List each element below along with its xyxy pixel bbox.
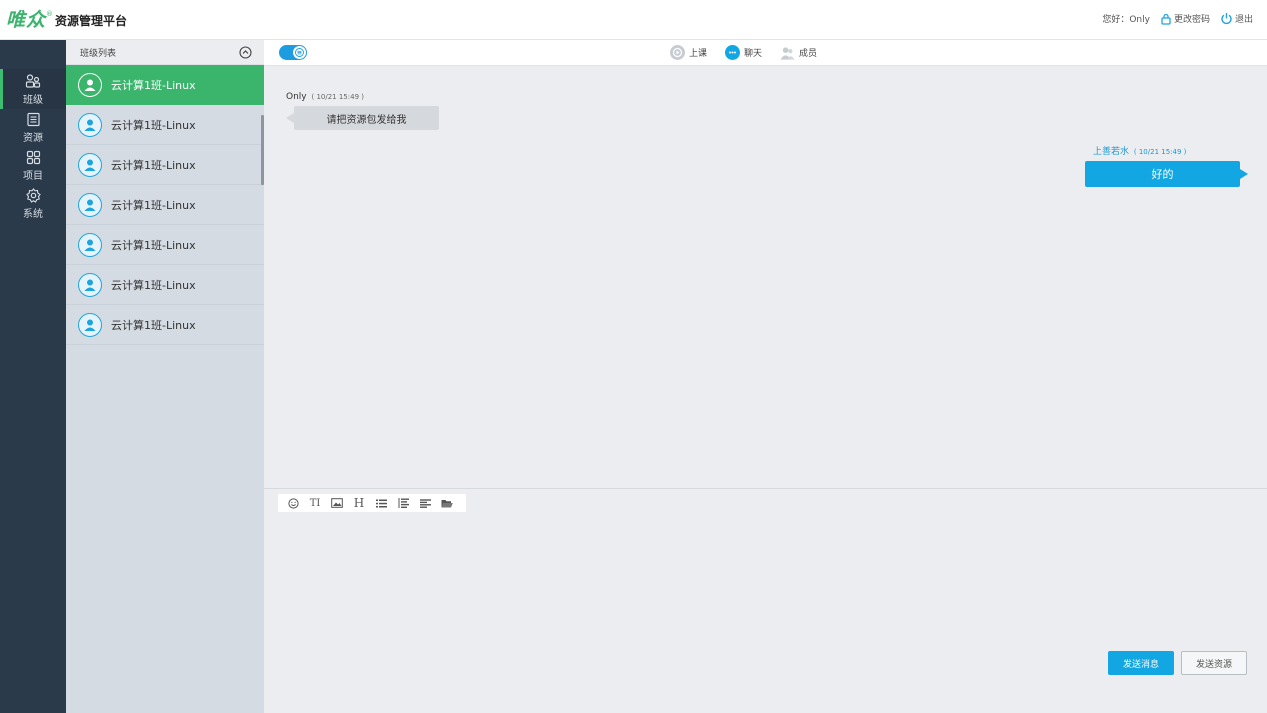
- message-sender-line: 上善若水 ( 10/21 15:49 ): [1085, 144, 1248, 157]
- class-item[interactable]: 云计算1班-Linux: [66, 265, 264, 305]
- folder-icon[interactable]: [436, 494, 458, 512]
- grid-icon: [26, 150, 40, 165]
- logout-label: 退出: [1234, 15, 1253, 25]
- panel-toggle[interactable]: [279, 45, 307, 60]
- user-area: 您好：Only 更改密码 退出: [1092, 12, 1253, 25]
- editor-toolbar: TI H: [278, 494, 466, 512]
- main-area: 上课 聊天 成员 Only ( 10/21 15:49 ) 请把资源包发给我 上…: [264, 40, 1267, 713]
- numbered-list-icon[interactable]: [392, 494, 414, 512]
- message-outgoing: 上善若水 ( 10/21 15:49 ) 好的: [1085, 144, 1248, 187]
- class-avatar-icon: [78, 312, 102, 337]
- message-time: ( 10/21 15:49 ): [1133, 148, 1187, 156]
- tab-chat-label: 聊天: [744, 49, 763, 59]
- class-name: 云计算1班-Linux: [111, 118, 196, 132]
- class-name: 云计算1班-Linux: [111, 238, 196, 252]
- logo-mark: 唯众: [6, 9, 47, 31]
- class-avatar-icon: [78, 272, 102, 297]
- bullet-list-icon[interactable]: [370, 494, 392, 512]
- sidebar-item-resources[interactable]: 资源: [0, 109, 66, 147]
- mode-tabs: 上课 聊天 成员: [670, 45, 835, 60]
- class-avatar-icon: [78, 112, 102, 137]
- message-sender: Only: [286, 92, 307, 102]
- class-item[interactable]: 云计算1班-Linux: [66, 305, 264, 345]
- logout-link[interactable]: 退出: [1220, 12, 1253, 25]
- sidebar-item-label: 项目: [23, 171, 43, 182]
- collapse-icon[interactable]: [239, 45, 252, 59]
- logo-registered-mark: ®: [46, 10, 54, 18]
- class-avatar-icon: [78, 152, 102, 177]
- class-item[interactable]: 云计算1班-Linux: [66, 185, 264, 225]
- lock-icon: [1161, 13, 1171, 25]
- sidebar-item-classes[interactable]: 班级: [0, 69, 66, 109]
- class-item[interactable]: 云计算1班-Linux: [66, 225, 264, 265]
- image-icon[interactable]: [326, 494, 348, 512]
- class-name: 云计算1班-Linux: [111, 158, 196, 172]
- align-icon[interactable]: [414, 494, 436, 512]
- message-time: ( 10/21 15:49 ): [311, 93, 364, 101]
- class-item[interactable]: 云计算1班-Linux: [66, 145, 264, 185]
- users-icon: [25, 73, 41, 88]
- tab-lesson-label: 上课: [689, 49, 708, 59]
- class-name: 云计算1班-Linux: [111, 78, 196, 92]
- sidebar-item-label: 班级: [23, 94, 43, 106]
- sidebar-item-projects[interactable]: 项目: [0, 147, 66, 185]
- chat-messages: Only ( 10/21 15:49 ) 请把资源包发给我 上善若水 ( 10/…: [264, 66, 1267, 488]
- send-resource-button[interactable]: 发送资源: [1181, 651, 1247, 675]
- class-avatar-icon: [78, 192, 102, 217]
- message-sender: 上善若水: [1093, 147, 1130, 157]
- chat-icon: [725, 45, 741, 60]
- list-icon: [295, 48, 304, 57]
- app-title: 资源管理平台: [55, 14, 128, 28]
- sidebar-item-label: 资源: [23, 133, 43, 144]
- message-bubble: 请把资源包发给我: [286, 106, 439, 130]
- message-bubble: 好的: [1085, 161, 1248, 187]
- class-name: 云计算1班-Linux: [111, 318, 196, 332]
- lesson-icon: [670, 45, 685, 60]
- font-size-icon[interactable]: TI: [304, 494, 326, 512]
- tab-chat[interactable]: 聊天: [725, 45, 762, 60]
- tab-members[interactable]: 成员: [780, 45, 817, 60]
- app-header: 唯众 ® 资源管理平台 您好：Only 更改密码 退出: [0, 0, 1267, 40]
- members-icon: [780, 45, 795, 60]
- sidebar-item-label: 系统: [23, 209, 43, 220]
- gear-icon: [25, 188, 41, 203]
- class-list-title: 班级列表: [80, 48, 117, 59]
- tab-lesson[interactable]: 上课: [670, 45, 707, 60]
- sidebar: 班级 资源 项目 系统: [0, 40, 66, 713]
- class-list-panel: 班级列表 云计算1班-Linux 云计算1班-Linux 云计算1班-Linux…: [66, 40, 264, 713]
- class-item[interactable]: 云计算1班-Linux: [66, 65, 264, 105]
- message-incoming: Only ( 10/21 15:49 ) 请把资源包发给我: [286, 92, 439, 130]
- chat-topbar: 上课 聊天 成员: [264, 40, 1267, 66]
- heading-icon[interactable]: H: [348, 494, 370, 512]
- tab-members-label: 成员: [799, 49, 818, 59]
- power-icon: [1221, 13, 1232, 25]
- message-composer: TI H 发送消息 发送资源: [264, 488, 1267, 713]
- class-avatar-icon: [78, 232, 102, 257]
- send-message-button[interactable]: 发送消息: [1108, 651, 1174, 675]
- change-password-label: 更改密码: [1173, 15, 1210, 25]
- class-avatar-icon: [78, 72, 102, 97]
- emoji-icon[interactable]: [282, 494, 304, 512]
- logo: 唯众 ® 资源管理平台: [6, 10, 127, 30]
- toggle-knob: [293, 46, 306, 59]
- sidebar-item-system[interactable]: 系统: [0, 185, 66, 223]
- class-name: 云计算1班-Linux: [111, 198, 196, 212]
- message-sender-line: Only ( 10/21 15:49 ): [286, 92, 439, 102]
- class-name: 云计算1班-Linux: [111, 278, 196, 292]
- change-password-link[interactable]: 更改密码: [1160, 12, 1210, 25]
- document-icon: [26, 112, 40, 127]
- greeting: 您好：Only: [1102, 15, 1150, 25]
- class-item[interactable]: 云计算1班-Linux: [66, 105, 264, 145]
- class-list-header: 班级列表: [66, 40, 264, 65]
